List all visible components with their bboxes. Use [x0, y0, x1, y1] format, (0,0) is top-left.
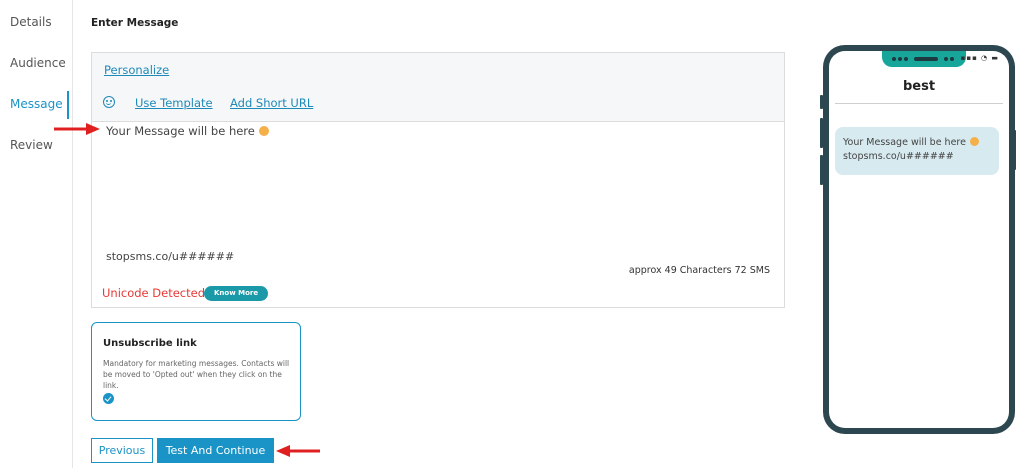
section-heading: Enter Message — [91, 17, 179, 29]
message-input[interactable]: Your Message will be here — [106, 124, 269, 138]
unsubscribe-description: Mandatory for marketing messages. Contac… — [103, 359, 290, 390]
sidebar-item-audience[interactable]: Audience — [10, 56, 66, 70]
sidebar-item-message[interactable]: Message — [10, 97, 63, 111]
phone-notch — [882, 51, 966, 67]
message-editor: Personalize Use Template Add Short URL Y… — [91, 52, 785, 308]
know-more-button[interactable]: Know More — [204, 286, 269, 301]
sender-name: best — [902, 79, 936, 94]
character-counter: approx 49 Characters 72 SMS — [628, 265, 770, 276]
unicode-warning: Unicode Detected — [102, 286, 206, 300]
emoji-icon — [969, 137, 979, 146]
personalize-link[interactable]: Personalize — [104, 63, 169, 77]
short-url-text: stopsms.co/u###### — [106, 250, 235, 263]
add-short-url-link[interactable]: Add Short URL — [230, 96, 313, 110]
phone-preview: ▪▪▪ ◔ ▬ best Your Message will be here s… — [823, 45, 1015, 434]
bubble-text-line-1: Your Message will be here — [843, 137, 966, 148]
signal-wifi-battery-icon: ▪▪▪ ◔ ▬ — [960, 54, 999, 62]
annotation-arrow-icon — [276, 445, 320, 457]
unsubscribe-title: Unsubscribe link — [103, 338, 197, 349]
annotation-arrow-icon — [54, 123, 100, 135]
use-template-link[interactable]: Use Template — [135, 96, 213, 110]
emoji-icon — [258, 126, 269, 136]
check-circle-icon[interactable] — [103, 393, 114, 404]
step-sidebar: Details Audience Message Review — [0, 0, 73, 468]
smiley-icon[interactable] — [103, 96, 115, 108]
bubble-text-line-2: stopsms.co/u###### — [843, 151, 954, 162]
editor-toolbar: Personalize Use Template Add Short URL — [92, 53, 784, 122]
previous-button[interactable]: Previous — [91, 438, 153, 463]
message-text: Your Message will be here — [106, 124, 255, 138]
unsubscribe-card[interactable]: Unsubscribe link Mandatory for marketing… — [91, 322, 301, 421]
test-and-continue-button[interactable]: Test And Continue — [157, 438, 274, 463]
message-bubble: Your Message will be here stopsms.co/u##… — [835, 127, 999, 175]
phone-screen: ▪▪▪ ◔ ▬ best Your Message will be here s… — [829, 51, 1009, 428]
sidebar-item-review[interactable]: Review — [10, 138, 53, 152]
active-step-indicator — [67, 91, 69, 119]
sidebar-item-details[interactable]: Details — [10, 15, 52, 29]
phone-divider — [835, 103, 1003, 104]
